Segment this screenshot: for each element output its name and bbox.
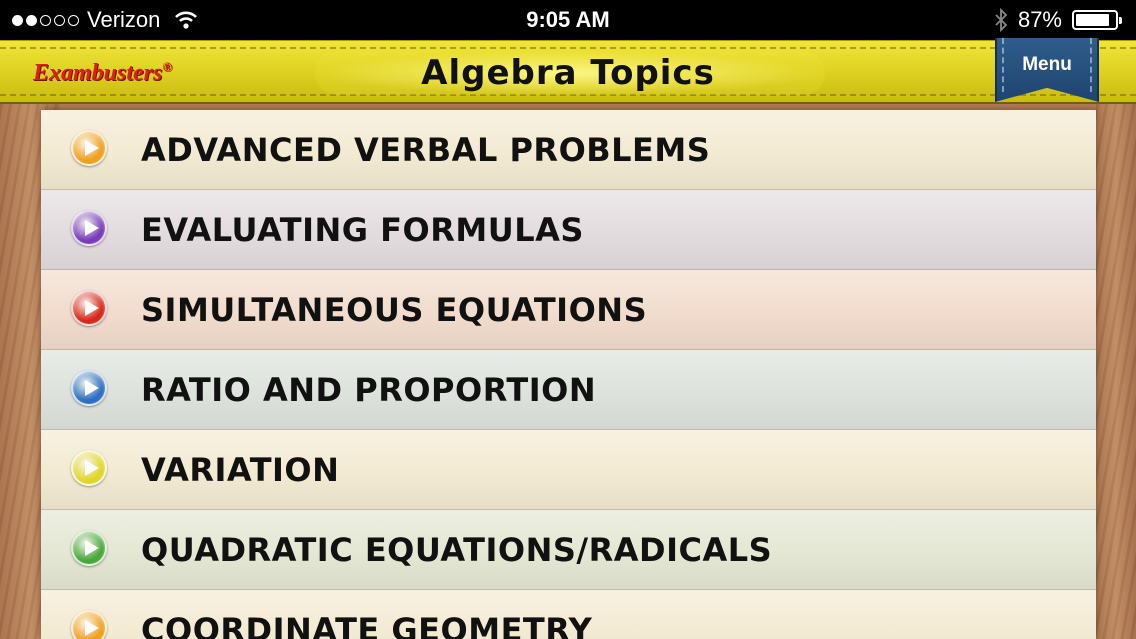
wood-panel-right: [1096, 104, 1136, 639]
topic-label: EVALUATING FORMULAS: [141, 211, 584, 249]
battery-icon: [1072, 10, 1122, 30]
topic-row[interactable]: EVALUATING FORMULAS: [41, 190, 1096, 270]
page-title: Algebra Topics: [421, 53, 715, 93]
status-bar: Verizon 9:05 AM 87%: [0, 0, 1136, 40]
battery-fill: [1076, 14, 1110, 26]
play-icon: [71, 290, 107, 326]
play-icon: [71, 530, 107, 566]
menu-button-label: Menu: [1022, 54, 1072, 75]
topic-label: VARIATION: [141, 451, 340, 489]
topic-row[interactable]: RATIO AND PROPORTION: [41, 350, 1096, 430]
header-bar: Exambusters® Algebra Topics: [0, 40, 1136, 104]
topic-row[interactable]: QUADRATIC EQUATIONS/RADICALS: [41, 510, 1096, 590]
topic-label: QUADRATIC EQUATIONS/RADICALS: [141, 531, 773, 569]
topic-label: ADVANCED VERBAL PROBLEMS: [141, 131, 711, 169]
topic-label: SIMULTANEOUS EQUATIONS: [141, 291, 648, 329]
battery-tip: [1119, 17, 1122, 24]
topic-list: ADVANCED VERBAL PROBLEMS EVALUATING FORM…: [41, 110, 1096, 639]
topic-row[interactable]: SIMULTANEOUS EQUATIONS: [41, 270, 1096, 350]
device-status: 87%: [994, 7, 1122, 33]
stitching: [0, 47, 1136, 49]
topic-label: RATIO AND PROPORTION: [141, 371, 597, 409]
play-icon: [71, 370, 107, 406]
battery-percent: 87%: [1017, 7, 1062, 32]
clock: 9:05 AM: [526, 7, 610, 32]
bluetooth-icon: [995, 8, 1008, 32]
topic-row[interactable]: VARIATION: [41, 430, 1096, 510]
play-icon: [71, 450, 107, 486]
play-icon: [71, 210, 107, 246]
play-icon: [71, 610, 107, 639]
topic-row[interactable]: ADVANCED VERBAL PROBLEMS: [41, 110, 1096, 190]
topic-row[interactable]: COORDINATE GEOMETRY: [41, 590, 1096, 639]
topic-label: COORDINATE GEOMETRY: [141, 611, 593, 639]
play-icon: [71, 130, 107, 166]
